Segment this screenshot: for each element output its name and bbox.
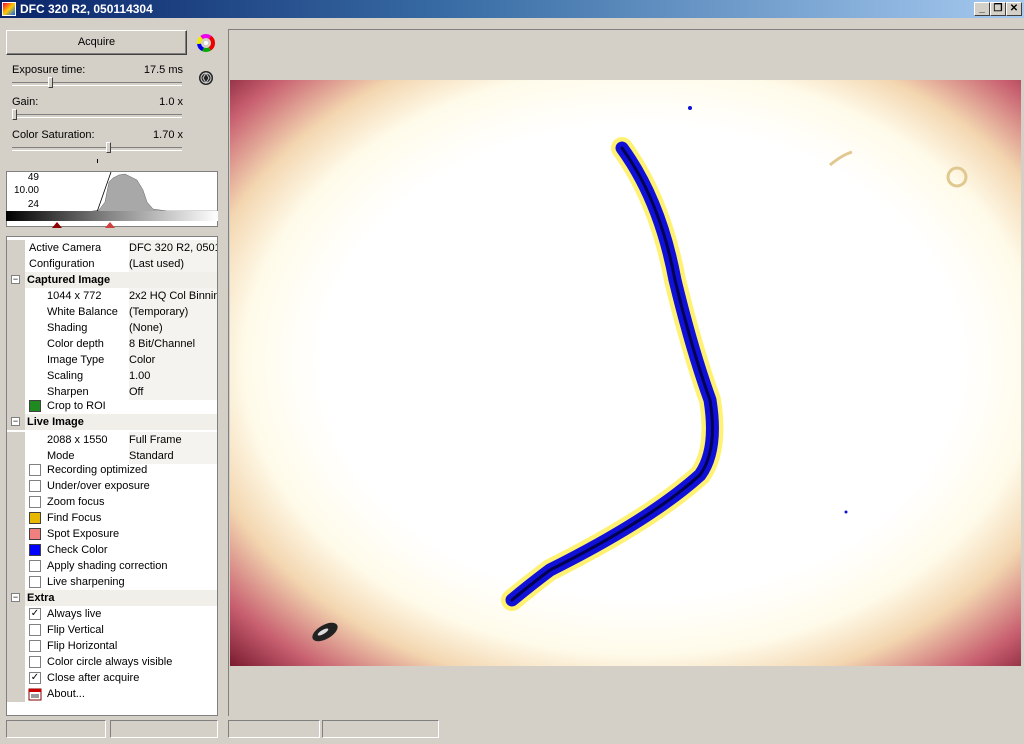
property-grid: Active CameraDFC 320 R2, 050114304 Confi… xyxy=(6,236,218,716)
prop-configuration[interactable]: Configuration (Last used) xyxy=(7,256,217,272)
color-circle-checkbox[interactable] xyxy=(29,656,41,668)
flip-horizontal-checkbox[interactable] xyxy=(29,640,41,652)
gain-value: 1.0 x xyxy=(159,96,183,108)
histogram-plot xyxy=(86,172,217,212)
check-color-swatch[interactable] xyxy=(29,544,41,556)
close-icon: ✕ xyxy=(1009,3,1019,14)
prop-crop-to-roi[interactable]: Crop to ROI xyxy=(7,398,217,414)
specimen-image xyxy=(312,106,968,642)
collapse-extra-icon[interactable]: − xyxy=(11,593,20,602)
opt-close-after-acquire[interactable]: ✓ Close after acquire xyxy=(7,670,217,686)
prop-white-balance[interactable]: White Balance (Temporary) xyxy=(7,304,217,320)
window-title: DFC 320 R2, 050114304 xyxy=(20,2,153,16)
gain-slider-track[interactable] xyxy=(12,114,182,118)
exposure-slider-track[interactable] xyxy=(12,82,182,86)
about-item[interactable]: About... xyxy=(7,686,217,702)
find-focus-swatch[interactable] xyxy=(29,512,41,524)
title-bar: DFC 320 R2, 050114304 _ ❐ ✕ xyxy=(0,0,1024,18)
prop-active-camera: Active CameraDFC 320 R2, 050114304 xyxy=(7,240,217,256)
exposure-label: Exposure time: xyxy=(12,64,86,76)
opt-flip-horizontal[interactable]: Flip Horizontal xyxy=(7,638,217,654)
opt-flip-vertical[interactable]: Flip Vertical xyxy=(7,622,217,638)
prop-captured-resolution[interactable]: 1044 x 772 2x2 HQ Col Binning xyxy=(7,288,217,304)
saturation-slider-track[interactable] xyxy=(12,147,182,151)
spot-exposure-swatch[interactable] xyxy=(29,528,41,540)
exposure-value: 17.5 ms xyxy=(143,64,183,76)
opt-check-color[interactable]: Check Color xyxy=(7,542,217,558)
live-image[interactable] xyxy=(230,80,1021,666)
always-live-checkbox[interactable]: ✓ xyxy=(29,608,41,620)
restore-icon: ❐ xyxy=(993,3,1003,14)
opt-under-over-exposure[interactable]: Under/over exposure xyxy=(7,478,217,494)
opt-live-sharpening[interactable]: Live sharpening xyxy=(7,574,217,590)
zoom-focus-checkbox[interactable] xyxy=(29,496,41,508)
flip-vertical-checkbox[interactable] xyxy=(29,624,41,636)
collapse-live-icon[interactable]: − xyxy=(11,417,20,426)
prop-scaling[interactable]: Scaling 1.00 xyxy=(7,368,217,384)
category-live-image[interactable]: − Live Image xyxy=(7,414,217,430)
saturation-value: 1.70 x xyxy=(153,129,183,141)
histogram-black-point[interactable] xyxy=(52,222,62,228)
color-wheel-icon[interactable] xyxy=(197,34,215,52)
close-button[interactable]: ✕ xyxy=(1006,2,1022,16)
opt-recording-optimized[interactable]: Recording optimized xyxy=(7,462,217,478)
crop-color-swatch[interactable] xyxy=(29,400,41,412)
opt-find-focus[interactable]: Find Focus xyxy=(7,510,217,526)
opt-zoom-focus[interactable]: Zoom focus xyxy=(7,494,217,510)
gain-slider-thumb[interactable] xyxy=(12,109,17,120)
minimize-button[interactable]: _ xyxy=(974,2,990,16)
acquire-button[interactable]: Acquire xyxy=(6,30,187,55)
saturation-label: Color Saturation: xyxy=(12,129,95,141)
histogram-gradient-bar xyxy=(6,211,218,221)
recording-optimized-checkbox[interactable] xyxy=(29,464,41,476)
exposure-slider-thumb[interactable] xyxy=(48,77,54,88)
histogram-white-point[interactable] xyxy=(105,222,115,228)
minimize-icon: _ xyxy=(979,3,985,14)
control-panel: Acquire Exposure time: 17.5 ms Gain: 1.0… xyxy=(0,28,224,716)
live-sharpening-checkbox[interactable] xyxy=(29,576,41,588)
aperture-icon[interactable] xyxy=(197,69,215,87)
status-pane-1 xyxy=(6,720,106,738)
restore-button[interactable]: ❐ xyxy=(990,2,1006,16)
app-icon xyxy=(2,2,16,16)
gain-label: Gain: xyxy=(12,96,39,108)
prop-color-depth[interactable]: Color depth 8 Bit/Channel xyxy=(7,336,217,352)
category-captured-image[interactable]: − Captured Image xyxy=(7,272,217,288)
close-after-checkbox[interactable]: ✓ xyxy=(29,672,41,684)
status-pane-3 xyxy=(228,720,320,738)
category-extra[interactable]: − Extra xyxy=(7,590,217,606)
under-over-checkbox[interactable] xyxy=(29,480,41,492)
opt-apply-shading[interactable]: Apply shading correction xyxy=(7,558,217,574)
opt-color-circle[interactable]: Color circle always visible xyxy=(7,654,217,670)
saturation-tick xyxy=(97,159,98,163)
about-icon xyxy=(28,688,42,701)
apply-shading-checkbox[interactable] xyxy=(29,560,41,572)
saturation-slider-thumb[interactable] xyxy=(106,142,112,153)
opt-always-live[interactable]: ✓ Always live xyxy=(7,606,217,622)
collapse-captured-icon[interactable]: − xyxy=(11,275,20,284)
prop-live-resolution[interactable]: 2088 x 1550 Full Frame xyxy=(7,432,217,448)
prop-image-type[interactable]: Image Type Color xyxy=(7,352,217,368)
status-pane-2 xyxy=(110,720,218,738)
prop-shading[interactable]: Shading (None) xyxy=(7,320,217,336)
opt-spot-exposure[interactable]: Spot Exposure xyxy=(7,526,217,542)
status-pane-4 xyxy=(322,720,439,738)
